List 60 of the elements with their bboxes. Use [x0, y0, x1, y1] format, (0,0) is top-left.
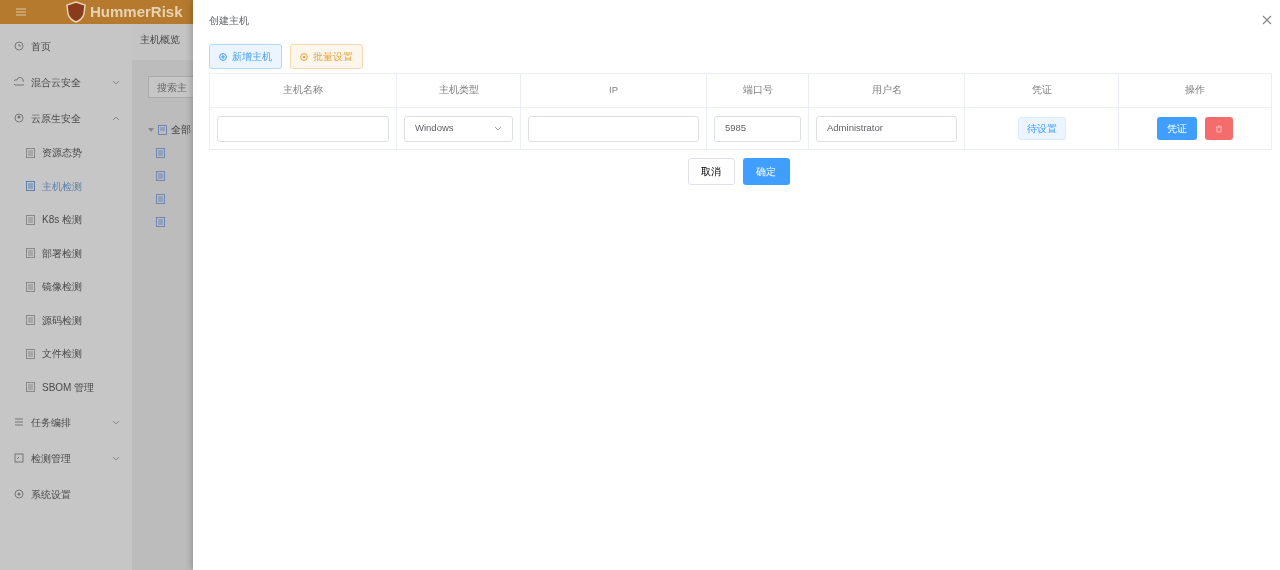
- document-icon: [156, 148, 165, 159]
- sidebar-item[interactable]: K8s 检测: [0, 203, 132, 237]
- document-icon: [26, 248, 35, 259]
- column-header: 凭证: [964, 73, 1119, 108]
- input-field[interactable]: [528, 115, 699, 142]
- input-field[interactable]: Administrator: [816, 115, 957, 142]
- sidebar-item[interactable]: 系统设置: [0, 476, 132, 512]
- close-icon: [1262, 15, 1272, 25]
- column-header: 主机名称: [209, 73, 397, 108]
- gear-icon: [300, 52, 308, 61]
- drawer-title: 创建主机: [209, 13, 249, 28]
- input-field[interactable]: [217, 115, 389, 142]
- document-icon: [26, 315, 35, 326]
- document-icon: [156, 171, 165, 182]
- document-icon: [26, 281, 35, 292]
- user-circle-icon: [14, 113, 24, 123]
- trash-icon: [1215, 125, 1223, 134]
- select-field[interactable]: Windows: [404, 115, 513, 142]
- column-header: 操作: [1118, 73, 1272, 108]
- sidebar-item[interactable]: 源码检测: [0, 303, 132, 337]
- chart-square-icon: [14, 453, 24, 463]
- list-icon: [14, 417, 24, 427]
- sidebar-item[interactable]: 混合云安全: [0, 64, 132, 100]
- input-field[interactable]: 5985: [714, 115, 801, 142]
- sidebar-item[interactable]: 任务编排: [0, 404, 132, 440]
- sidebar-item[interactable]: 检测管理: [0, 440, 132, 476]
- cloud-icon: [14, 77, 24, 87]
- document-icon: [26, 214, 35, 225]
- sidebar-item[interactable]: 云原生安全: [0, 100, 132, 136]
- cancel-button[interactable]: 取消: [687, 158, 735, 185]
- panel-tab[interactable]: 主机概览: [132, 24, 193, 60]
- document-icon: [156, 217, 165, 228]
- sidebar-item[interactable]: 文件检测: [0, 337, 132, 371]
- shield-logo-icon: [66, 1, 86, 23]
- menu-icon: [16, 8, 26, 16]
- sidebar-item[interactable]: 首页: [0, 28, 132, 64]
- tree-item[interactable]: 全部: [171, 122, 191, 137]
- sidebar-item[interactable]: SBOM 管理: [0, 370, 132, 404]
- sidebar-item[interactable]: 部署检测: [0, 236, 132, 270]
- column-header: 主机类型: [396, 73, 521, 108]
- search-field[interactable]: 搜索主: [148, 76, 193, 98]
- sidebar-item[interactable]: 镜像检测: [0, 270, 132, 304]
- document-icon: [26, 181, 35, 192]
- gear-icon: [14, 489, 24, 499]
- chevron-down-icon: [494, 126, 502, 131]
- folder-icon: [158, 124, 167, 135]
- column-header: 用户名: [808, 73, 965, 108]
- status-tag: 待设置: [1017, 117, 1066, 140]
- column-header: IP: [520, 73, 707, 108]
- logo-text: HummerRisk: [90, 1, 183, 22]
- clock-icon: [14, 41, 24, 51]
- column-header: 端口号: [706, 73, 809, 108]
- sidebar-item[interactable]: 资源态势: [0, 136, 132, 170]
- document-icon: [156, 194, 165, 205]
- document-icon: [26, 348, 35, 359]
- document-icon: [26, 147, 35, 158]
- delete-button[interactable]: [1205, 117, 1233, 140]
- plus-circle-icon: [219, 52, 227, 61]
- document-icon: [26, 382, 35, 393]
- close-button[interactable]: [1262, 15, 1272, 25]
